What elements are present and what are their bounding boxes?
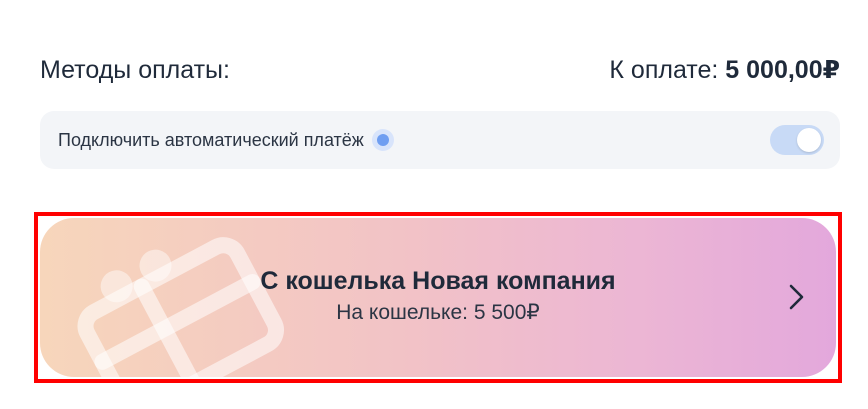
- chevron-right-icon[interactable]: [788, 282, 806, 312]
- toggle-knob: [797, 128, 821, 152]
- total-amount: 5 000,00₽: [725, 56, 840, 84]
- auto-payment-label: Подключить автоматический платёж: [58, 129, 364, 150]
- wallet-text-block: С кошелька Новая компания На кошельке: 5…: [40, 264, 836, 328]
- total-to-pay: К оплате: 5 000,00₽: [609, 55, 840, 85]
- payment-methods-title: Методы оплаты:: [40, 55, 230, 84]
- auto-payment-row: Подключить автоматический платёж: [40, 111, 840, 169]
- wallet-payment-option[interactable]: С кошелька Новая компания На кошельке: 5…: [40, 218, 836, 377]
- info-dot-icon[interactable]: [371, 129, 394, 151]
- total-label: К оплате:: [609, 56, 719, 84]
- payment-header: Методы оплаты: К оплате: 5 000,00₽: [40, 52, 840, 88]
- payment-methods-panel: Методы оплаты: К оплате: 5 000,00₽ Подкл…: [0, 0, 868, 409]
- wallet-balance: На кошельке: 5 500₽: [336, 301, 540, 324]
- auto-payment-toggle[interactable]: [770, 125, 824, 155]
- wallet-title: С кошелька Новая компания: [260, 267, 616, 295]
